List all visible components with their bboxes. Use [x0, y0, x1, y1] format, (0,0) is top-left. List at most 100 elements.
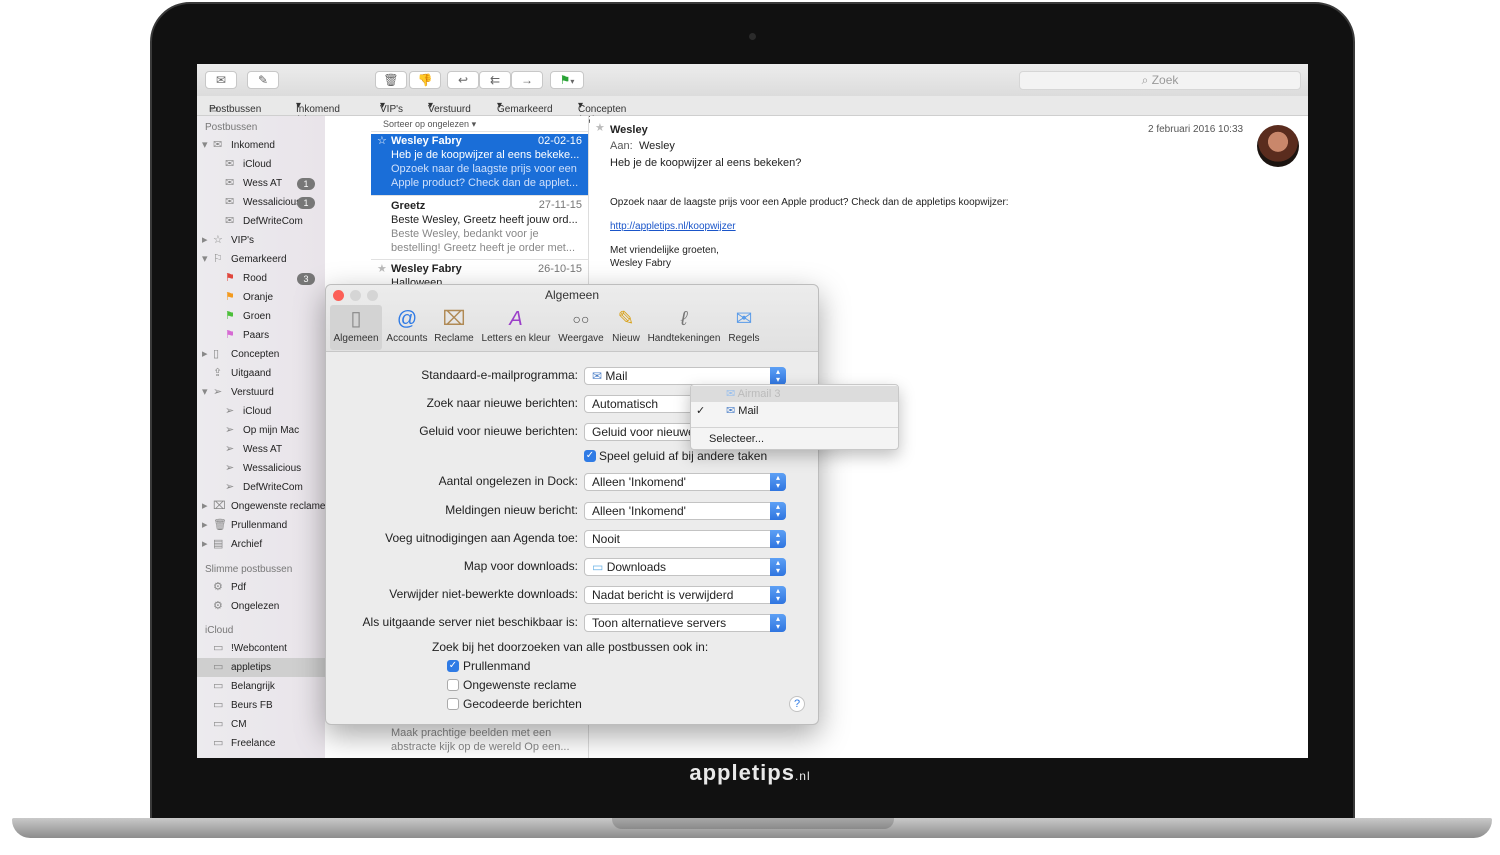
help-button[interactable]: ? [789, 696, 805, 712]
inbox-icon: ✉ [225, 215, 235, 227]
sidebar-item-ongewenste-reclame[interactable]: ▸ ⌧ Ongewenste reclame [197, 497, 325, 516]
tab-nieuw[interactable]: ✎ Nieuw [608, 305, 644, 350]
unread-badge: 1 [297, 197, 315, 209]
preferences-title: Algemeen [544, 288, 600, 302]
sidebar-item-verstuurd[interactable]: ▾ ➢ Verstuurd [197, 383, 325, 402]
reply-button[interactable]: ↩ [447, 71, 479, 89]
airmail-icon: ✉ [726, 388, 736, 400]
sidebar-item-wessalicious[interactable]: ✉ Wessalicious 1 [197, 193, 325, 212]
outbox-icon: ⇪ [213, 367, 223, 379]
tab-accounts[interactable]: @ Accounts [384, 305, 430, 350]
sidebar-item-icloud[interactable]: ✉ iCloud [197, 155, 325, 174]
envelope-icon: ✉ [215, 73, 227, 87]
sidebar-item-sent-wess-at[interactable]: ➢ Wess AT [197, 440, 325, 459]
flag-icon: ⚑ [559, 73, 571, 87]
sidebar-item-wess-at[interactable]: ✉ Wess AT 1 [197, 174, 325, 193]
sidebar-item-gemarkeerd[interactable]: ▾ ⚐ Gemarkeerd [197, 250, 325, 269]
sidebar-item-paars[interactable]: ⚑ Paars [197, 326, 325, 345]
play-sound-checkbox[interactable]: ✓ [584, 450, 596, 462]
search-junk-checkbox[interactable] [447, 679, 459, 691]
favorite-vips[interactable]: VIP's ▾ [380, 100, 403, 115]
sidebar-item-uitgaand[interactable]: ⇪ Uitgaand [197, 364, 325, 383]
tab-algemeen[interactable]: ▯ Algemeen [330, 305, 382, 350]
menu-item-selecteer[interactable]: Selecteer... [691, 431, 898, 447]
menu-item-mail[interactable]: ✓ ✉ Mail [691, 403, 898, 419]
compose-icon: ✎ [257, 73, 269, 87]
sidebar-item-sent-defwritecom[interactable]: ➢ DefWriteCom [197, 478, 325, 497]
sidebar-item-vips[interactable]: ▸ ☆ VIP's [197, 231, 325, 250]
tab-reclame[interactable]: ⌧ Reclame [432, 305, 476, 350]
star-icon[interactable]: ★ [595, 121, 605, 134]
sidebar-item-rood[interactable]: ⚑ Rood 3 [197, 269, 325, 288]
sidebar-item-sent-icloud[interactable]: ➢ iCloud [197, 402, 325, 421]
outgoing-server-select[interactable]: Toon alternatieve servers ▴ ▾ [584, 614, 786, 632]
list-item[interactable]: Greetz 27-11-15 Beste Wesley, Greetz hee… [371, 198, 588, 260]
list-item[interactable]: ☆ Wesley Fabry 02-02-16 Heb je de koopwi… [371, 134, 588, 196]
search-icon: ⌕ [1141, 73, 1149, 87]
sidebar-item-pdf[interactable]: ⚙ Pdf [197, 578, 325, 597]
sidebar-item-archief[interactable]: ▸ ▤ Archief [197, 535, 325, 554]
message-preview: Beste Wesley, bedankt voor je [391, 228, 539, 240]
favorite-gemarkeerd[interactable]: Gemarkeerd ▾ [497, 100, 553, 115]
sidebar-item-defwritecom[interactable]: ✉ DefWriteCom [197, 212, 325, 231]
delete-button[interactable]: 🗑 [375, 71, 407, 89]
tab-handtekeningen[interactable]: ℓ Handtekeningen [646, 305, 722, 350]
list-item[interactable]: Maak prachtige beelden met een abstracte… [371, 726, 588, 758]
reader-date: 2 februari 2016 10:33 [1148, 124, 1244, 135]
sidebar-item-sent-wessalicious[interactable]: ➢ Wessalicious [197, 459, 325, 478]
default-mail-select[interactable]: ✉ Mail ▴ ▾ [584, 367, 786, 385]
compose-button[interactable]: ✎ [247, 71, 279, 89]
trash-icon: 🗑 [213, 519, 227, 531]
sidebar-item-webcontent[interactable]: ▭ !Webcontent [197, 639, 325, 658]
tab-weergave[interactable]: ○○ Weergave [556, 305, 606, 350]
sidebar-item-oranje[interactable]: ⚑ Oranje [197, 288, 325, 307]
search-trash-checkbox[interactable]: ✓ [447, 660, 459, 672]
glasses-icon: ○○ [572, 311, 590, 327]
gear-icon: ⚙ [213, 600, 223, 612]
paper-plane-icon: ➢ [225, 481, 235, 493]
sidebar-item-inkomend[interactable]: ▾ ✉ Inkomend [197, 136, 325, 155]
search-encrypted-checkbox[interactable] [447, 698, 459, 710]
flag-icon: ⚐ [213, 253, 223, 265]
thumbs-down-icon: 👎 [417, 73, 433, 87]
green-flag-icon: ⚑ [225, 310, 235, 322]
sidebar-item-op-mijn-mac[interactable]: ➢ Op mijn Mac [197, 421, 325, 440]
search-input[interactable]: ⌕ Zoek [1019, 71, 1301, 90]
downloads-folder-select[interactable]: ▭ Downloads ▴ ▾ [584, 558, 786, 576]
sidebar-header-smart: Slimme postbussen [205, 564, 293, 575]
sidebar-item-appletips[interactable]: ▭ appletips [197, 658, 325, 677]
sidebar-item-prullenmand[interactable]: ▸ 🗑 Prullenmand [197, 516, 325, 535]
toolbar: ✉ ✎ 🗑 👎 ↩ ⇇ → ⚑▾ ⌕ Zoek [197, 64, 1308, 96]
red-flag-icon: ⚑ [225, 272, 235, 284]
sidebar-item-cm[interactable]: ▭ CM [197, 715, 325, 734]
rules-envelope-icon: ✉ [735, 308, 753, 330]
laptop-hinge-notch [612, 818, 894, 829]
remove-downloads-select[interactable]: Nadat bericht is verwijderd ▴ ▾ [584, 586, 786, 604]
notifications-select[interactable]: Alleen 'Inkomend' ▴ ▾ [584, 502, 786, 520]
dock-unread-select[interactable]: Alleen 'Inkomend' ▴ ▾ [584, 473, 786, 491]
reader-signature-name: Wesley Fabry [610, 258, 671, 269]
sort-menu[interactable]: Sorteer op ongelezen ▾ [371, 116, 588, 132]
favorite-concepten[interactable]: Concepten (17) ▾ [578, 100, 626, 126]
sidebar-item-groen[interactable]: ⚑ Groen [197, 307, 325, 326]
sidebar-item-beurs-fb[interactable]: ▭ Beurs FB [197, 696, 325, 715]
sidebar-item-concepten[interactable]: ▸ ▯ Concepten [197, 345, 325, 364]
reply-all-button[interactable]: ⇇ [479, 71, 511, 89]
invites-select[interactable]: Nooit ▴ ▾ [584, 530, 786, 548]
koopwijzer-link[interactable]: http://appletips.nl/koopwijzer [610, 221, 736, 232]
favorites-bar: ▭ Postbussen Inkomend (2) ▾ VIP's ▾ Vers… [197, 96, 1308, 126]
sound-label: Geluid voor nieuwe berichten: [419, 424, 578, 438]
sidebar-item-ongelezen[interactable]: ⚙ Ongelezen [197, 597, 325, 616]
flag-button[interactable]: ⚑▾ [550, 71, 584, 89]
select-arrows-icon: ▴▾ [770, 473, 786, 491]
get-mail-button[interactable]: ✉ [205, 71, 237, 89]
favorite-verstuurd[interactable]: Verstuurd ▾ [428, 100, 471, 115]
sidebar-item-freelance[interactable]: ▭ Freelance [197, 734, 325, 753]
favorite-inkomend[interactable]: Inkomend (2) ▾ [296, 100, 340, 126]
tab-regels[interactable]: ✉ Regels [724, 305, 764, 350]
forward-button[interactable]: → [511, 71, 543, 89]
sidebar-item-belangrijk[interactable]: ▭ Belangrijk [197, 677, 325, 696]
mail-app-window: ✉ ✎ 🗑 👎 ↩ ⇇ → ⚑▾ ⌕ Zoek ▭ Postbussen Ink… [197, 64, 1308, 758]
tab-letters-en-kleur[interactable]: A Letters en kleur [478, 305, 554, 350]
junk-button[interactable]: 👎 [409, 71, 441, 89]
